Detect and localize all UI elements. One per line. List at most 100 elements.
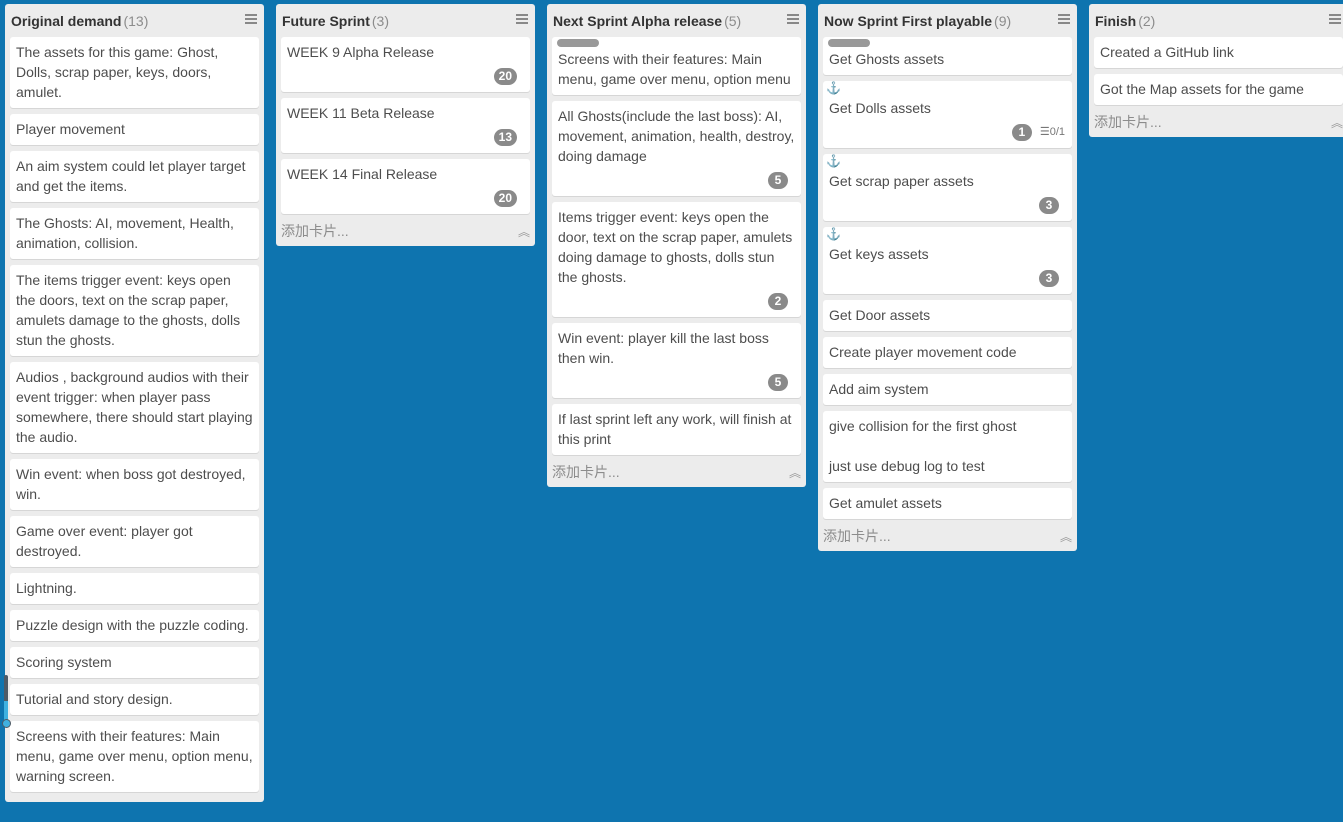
card[interactable]: If last sprint left any work, will finis… bbox=[552, 404, 801, 455]
vote-badge: 5 bbox=[768, 373, 788, 391]
card[interactable]: Scoring system bbox=[10, 647, 259, 678]
card-badges: 20 bbox=[287, 188, 524, 208]
add-card-button[interactable]: 添加卡片... ︽ bbox=[277, 220, 534, 242]
card-title: Tutorial and story design. bbox=[16, 691, 173, 707]
card-title: Screens with their features: Main menu, … bbox=[16, 728, 253, 784]
list-title[interactable]: Now Sprint First playable bbox=[824, 13, 992, 29]
card-title: Add aim system bbox=[829, 381, 929, 397]
card-title: The assets for this game: Ghost, Dolls, … bbox=[16, 44, 219, 100]
list-menu-icon[interactable] bbox=[245, 14, 257, 24]
card-badges: 5 bbox=[558, 170, 795, 190]
card-title: Audios , background audios with their ev… bbox=[16, 369, 253, 445]
collapse-icon[interactable]: ︽ bbox=[1060, 528, 1072, 545]
card[interactable]: Get Door assets bbox=[823, 300, 1072, 331]
list-header: Original demand (13) bbox=[10, 4, 259, 37]
card[interactable]: give collision for the first ghost just … bbox=[823, 411, 1072, 482]
list-0: Original demand (13) The assets for this g… bbox=[5, 4, 264, 802]
card[interactable]: Add aim system bbox=[823, 374, 1072, 405]
card-title: Lightning. bbox=[16, 580, 77, 596]
card[interactable]: ⚓ Get scrap paper assets 3 bbox=[823, 154, 1072, 221]
card[interactable]: WEEK 11 Beta Release 13 bbox=[281, 98, 530, 153]
list-title[interactable]: Original demand bbox=[11, 13, 121, 29]
collapse-icon[interactable]: ︽ bbox=[789, 464, 801, 481]
card[interactable]: WEEK 9 Alpha Release 20 bbox=[281, 37, 530, 92]
list-menu-icon[interactable] bbox=[1329, 14, 1341, 24]
card[interactable]: Get amulet assets bbox=[823, 488, 1072, 519]
card[interactable]: Created a GitHub link bbox=[1094, 37, 1343, 68]
card-title: The Ghosts: AI, movement, Health, animat… bbox=[16, 215, 234, 251]
add-card-button[interactable]: 添加卡片... ︽ bbox=[548, 461, 805, 483]
card-title: give collision for the first ghost just … bbox=[829, 418, 1017, 474]
card-title: Get keys assets bbox=[829, 246, 929, 262]
vote-badge: 5 bbox=[768, 171, 788, 189]
card[interactable]: Screens with their features: Main menu, … bbox=[10, 721, 259, 792]
vote-badge: 20 bbox=[493, 189, 517, 207]
list-title[interactable]: Next Sprint Alpha release bbox=[553, 13, 722, 29]
add-card-label: 添加卡片... bbox=[281, 223, 349, 239]
list-header: Next Sprint Alpha release (5) bbox=[552, 4, 801, 37]
card-title: Win event: when boss got destroyed, win. bbox=[16, 466, 246, 502]
card-title: Got the Map assets for the game bbox=[1100, 81, 1304, 97]
list-count: (2) bbox=[1138, 12, 1156, 29]
checklist-count: 0/1 bbox=[1049, 126, 1065, 138]
collapse-icon[interactable]: ︽ bbox=[518, 223, 530, 240]
card-title: Create player movement code bbox=[829, 344, 1017, 360]
list-4: Finish (2) Created a GitHub link Got the Ma… bbox=[1089, 4, 1343, 137]
list-title[interactable]: Future Sprint bbox=[282, 13, 370, 29]
list-menu-icon[interactable] bbox=[516, 14, 528, 24]
card[interactable]: Got the Map assets for the game bbox=[1094, 74, 1343, 105]
card[interactable]: The assets for this game: Ghost, Dolls, … bbox=[10, 37, 259, 108]
list-count: (13) bbox=[123, 12, 149, 29]
card[interactable]: Player movement bbox=[10, 114, 259, 145]
card[interactable]: The Ghosts: AI, movement, Health, animat… bbox=[10, 208, 259, 259]
card-title: Get Dolls assets bbox=[829, 100, 931, 116]
list-menu-icon[interactable] bbox=[1058, 14, 1070, 24]
thermometer-icon[interactable] bbox=[2, 675, 11, 729]
list-count: (3) bbox=[371, 12, 390, 29]
add-card-button[interactable]: 添加卡片... ︽ bbox=[819, 525, 1076, 547]
card[interactable]: ⚓ Get keys assets 3 bbox=[823, 227, 1072, 294]
list-title[interactable]: Finish bbox=[1095, 13, 1136, 29]
list-2: Next Sprint Alpha release (5) Screens with… bbox=[547, 4, 806, 487]
collapse-icon[interactable]: ︽ bbox=[1331, 114, 1343, 131]
card-title: Created a GitHub link bbox=[1100, 44, 1234, 60]
list-3: Now Sprint First playable (9) Get Ghosts a… bbox=[818, 4, 1077, 551]
card-title: The items trigger event: keys open the d… bbox=[16, 272, 241, 348]
card-title: An aim system could let player target an… bbox=[16, 158, 246, 194]
card[interactable]: WEEK 14 Final Release 20 bbox=[281, 159, 530, 214]
card[interactable]: Win event: player kill the last boss the… bbox=[552, 323, 801, 398]
vote-badge: 3 bbox=[1039, 269, 1059, 287]
card[interactable]: ⚓ Get Dolls assets 1 ☰0/1 bbox=[823, 81, 1072, 148]
list-header: Finish (2) bbox=[1094, 4, 1343, 37]
card[interactable]: Puzzle design with the puzzle coding. bbox=[10, 610, 259, 641]
vote-badge: 2 bbox=[768, 292, 788, 310]
card[interactable]: An aim system could let player target an… bbox=[10, 151, 259, 202]
card[interactable]: Items trigger event: keys open the door,… bbox=[552, 202, 801, 317]
card[interactable]: Screens with their features: Main menu, … bbox=[552, 37, 801, 95]
card[interactable]: Game over event: player got destroyed. bbox=[10, 516, 259, 567]
card-badges: 1 ☰0/1 bbox=[829, 122, 1066, 142]
list-menu-icon[interactable] bbox=[787, 14, 799, 24]
card-badges: 3 bbox=[829, 268, 1066, 288]
card[interactable]: Get Ghosts assets bbox=[823, 37, 1072, 75]
add-card-label: 添加卡片... bbox=[1094, 114, 1162, 130]
card-title: Puzzle design with the puzzle coding. bbox=[16, 617, 249, 633]
add-card-label: 添加卡片... bbox=[552, 464, 620, 480]
checklist-badge: ☰0/1 bbox=[1040, 122, 1065, 142]
add-card-button[interactable]: 添加卡片... ︽ bbox=[1090, 111, 1343, 133]
card-title: Player movement bbox=[16, 121, 125, 137]
vote-badge: 20 bbox=[493, 67, 517, 85]
card[interactable]: The items trigger event: keys open the d… bbox=[10, 265, 259, 356]
checklist-icon: ☰ bbox=[1039, 126, 1050, 138]
anchor-icon: ⚓ bbox=[826, 227, 841, 241]
card[interactable]: Lightning. bbox=[10, 573, 259, 604]
card[interactable]: All Ghosts(include the last boss): AI, m… bbox=[552, 101, 801, 196]
add-card-label: 添加卡片... bbox=[823, 528, 891, 544]
card[interactable]: Win event: when boss got destroyed, win. bbox=[10, 459, 259, 510]
card-title: WEEK 11 Beta Release bbox=[287, 105, 435, 121]
card-badges: 13 bbox=[287, 127, 524, 147]
card[interactable]: Create player movement code bbox=[823, 337, 1072, 368]
card-title: Scoring system bbox=[16, 654, 112, 670]
card[interactable]: Tutorial and story design. bbox=[10, 684, 259, 715]
card[interactable]: Audios , background audios with their ev… bbox=[10, 362, 259, 453]
